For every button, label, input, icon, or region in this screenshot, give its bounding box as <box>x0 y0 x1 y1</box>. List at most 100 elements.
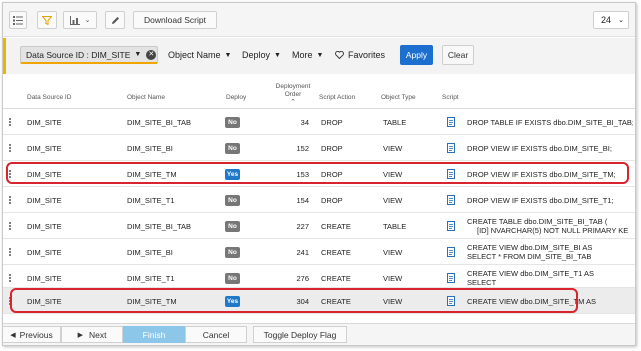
drag-handle-icon[interactable] <box>9 297 11 305</box>
script-file-icon[interactable] <box>447 273 455 283</box>
deploy-badge[interactable]: No <box>225 246 240 258</box>
column-header-deployment-order[interactable]: Deployment Order ⌃ <box>273 83 313 107</box>
script-file-icon[interactable] <box>447 169 455 179</box>
column-header-object-name[interactable]: Object Name <box>127 94 165 102</box>
table-row[interactable]: DIM_SITE DIM_SITE_BI No 241 CREATE VIEW CREATE… <box>3 239 635 265</box>
edit-button[interactable] <box>105 11 125 29</box>
caret-down-icon: ▼ <box>224 51 232 59</box>
deploy-badge[interactable]: No <box>225 142 240 154</box>
cell-deploy[interactable]: Yes <box>225 288 240 314</box>
previous-button[interactable]: ◀ Previous <box>3 326 61 343</box>
drag-handle-icon[interactable] <box>9 248 11 256</box>
drag-handle-icon[interactable] <box>9 222 11 230</box>
deploy-badge[interactable]: No <box>225 272 240 284</box>
remove-filter-icon[interactable]: ✕ <box>146 49 157 60</box>
cell-object-type: VIEW <box>383 169 403 179</box>
deploy-filter[interactable]: Deploy ▼ <box>242 50 281 60</box>
favorites-label: Favorites <box>348 50 386 60</box>
list-icon <box>13 15 23 25</box>
filter-chip-label: Data Source ID : DIM_SITE <box>26 49 131 60</box>
script-file-icon[interactable] <box>447 296 455 306</box>
table-row[interactable]: DIM_SITE DIM_SITE_BI_TAB No 227 CREATE TABLE C… <box>3 213 635 239</box>
apply-button[interactable]: Apply <box>400 45 433 65</box>
script-line-1: CREATE VIEW dbo.DIM_SITE_T1 AS <box>467 269 594 278</box>
filter-button[interactable] <box>37 11 57 29</box>
cell-script: DROP TABLE IF EXISTS dbo.DIM_SITE_BI_TAB… <box>467 109 633 135</box>
table-row[interactable]: DIM_SITE DIM_SITE_TM Yes 153 DROP VIEW DROP VI… <box>3 161 635 187</box>
table-row[interactable]: DIM_SITE DIM_SITE_TM Yes 304 CREATE VIEW CREAT… <box>3 288 635 314</box>
toggle-deploy-flag-button[interactable]: Toggle Deploy Flag <box>253 326 347 343</box>
page-size-select[interactable]: 24 ⌄ <box>593 11 629 29</box>
deploy-badge[interactable]: No <box>225 116 240 128</box>
script-line-1: DROP TABLE IF EXISTS dbo.DIM_SITE_BI_TAB… <box>467 117 633 127</box>
caret-down-icon[interactable]: ▼ <box>134 51 141 58</box>
data-source-filter-chip[interactable]: Data Source ID : DIM_SITE ▼ ✕ <box>20 46 158 64</box>
cell-script: CREATE TABLE dbo.DIM_SITE_BI_TAB ([ID] N… <box>467 213 633 239</box>
script-line-1: CREATE VIEW dbo.DIM_SITE_BI AS <box>467 243 593 252</box>
cell-deploy[interactable]: No <box>225 109 240 135</box>
page-size-value: 24 <box>601 15 612 25</box>
table-row[interactable]: DIM_SITE DIM_SITE_BI_TAB No 34 DROP TABLE DROP… <box>3 109 635 135</box>
cell-object-name: DIM_SITE_TM <box>127 169 177 179</box>
script-file-icon[interactable] <box>447 143 455 153</box>
cell-script-action: DROP <box>321 195 343 205</box>
script-file-icon[interactable] <box>447 195 455 205</box>
cell-data-source-id: DIM_SITE <box>27 296 62 306</box>
script-line-2: SELECT <box>467 278 497 287</box>
script-file-icon[interactable] <box>447 221 455 231</box>
object-name-filter-label: Object Name <box>168 50 221 60</box>
cell-script: DROP VIEW IF EXISTS dbo.DIM_SITE_TM; <box>467 161 633 187</box>
next-button[interactable]: ▶ Next <box>61 326 123 343</box>
cell-object-name: DIM_SITE_BI_TAB <box>127 221 192 231</box>
cell-deploy[interactable]: No <box>225 135 240 161</box>
cell-script-action: CREATE <box>321 221 351 231</box>
cell-deploy[interactable]: Yes <box>225 161 240 187</box>
drag-handle-icon[interactable] <box>9 144 11 152</box>
deploy-badge[interactable]: Yes <box>225 295 240 307</box>
cell-deployment-order: 227 <box>296 221 309 231</box>
column-header-deploy[interactable]: Deploy <box>226 94 246 102</box>
table-row[interactable]: DIM_SITE DIM_SITE_BI No 152 DROP VIEW DROP VIE… <box>3 135 635 161</box>
cell-object-name: DIM_SITE_T1 <box>127 195 175 205</box>
favorites-filter[interactable]: Favorites <box>335 50 385 60</box>
drag-handle-icon[interactable] <box>9 118 11 126</box>
table-row[interactable]: DIM_SITE DIM_SITE_T1 No 154 DROP VIEW DROP VIE… <box>3 187 635 213</box>
chart-icon <box>69 15 80 25</box>
cell-deployment-order: 154 <box>296 195 309 205</box>
deployment-order-line1: Deployment <box>275 83 311 90</box>
deploy-badge[interactable]: No <box>225 220 240 232</box>
cell-deploy[interactable]: No <box>225 213 240 239</box>
drag-handle-icon[interactable] <box>9 170 11 178</box>
column-header-script-action[interactable]: Script Action <box>319 94 355 102</box>
deploy-filter-label: Deploy <box>242 50 271 60</box>
script-line-1: DROP VIEW IF EXISTS dbo.DIM_SITE_T1; <box>467 195 614 205</box>
column-header-script[interactable]: Script <box>442 94 459 102</box>
cell-deploy[interactable]: No <box>225 187 240 213</box>
script-file-icon[interactable] <box>447 247 455 257</box>
cell-object-type: VIEW <box>383 195 403 205</box>
table-row[interactable]: DIM_SITE DIM_SITE_T1 No 276 CREATE VIEW CREATE… <box>3 265 635 288</box>
deploy-badge[interactable]: Yes <box>225 168 240 180</box>
object-name-filter[interactable]: Object Name ▼ <box>168 50 231 60</box>
pencil-icon <box>111 16 119 24</box>
cell-deploy[interactable]: No <box>225 239 240 265</box>
column-header-data-source-id[interactable]: Data Source ID <box>27 94 71 102</box>
download-script-button[interactable]: Download Script <box>133 11 217 29</box>
finish-button[interactable]: Finish <box>123 326 185 343</box>
cancel-button[interactable]: Cancel <box>185 326 247 343</box>
cell-deployment-order: 241 <box>296 247 309 257</box>
script-file-icon[interactable] <box>447 117 455 127</box>
clear-button[interactable]: Clear <box>442 45 474 65</box>
deploy-badge[interactable]: No <box>225 194 240 206</box>
cell-data-source-id: DIM_SITE <box>27 143 62 153</box>
list-view-button[interactable] <box>9 11 27 29</box>
chevron-right-icon: ▶ <box>77 331 83 339</box>
drag-handle-icon[interactable] <box>9 196 11 204</box>
chart-options-button[interactable]: ⌄ <box>63 11 97 29</box>
more-filter[interactable]: More ▼ <box>292 50 323 60</box>
caret-down-icon: ▼ <box>316 51 324 59</box>
column-header-object-type[interactable]: Object Type <box>381 94 416 102</box>
cell-script-action: DROP <box>321 143 343 153</box>
cell-data-source-id: DIM_SITE <box>27 247 62 257</box>
drag-handle-icon[interactable] <box>9 274 11 282</box>
